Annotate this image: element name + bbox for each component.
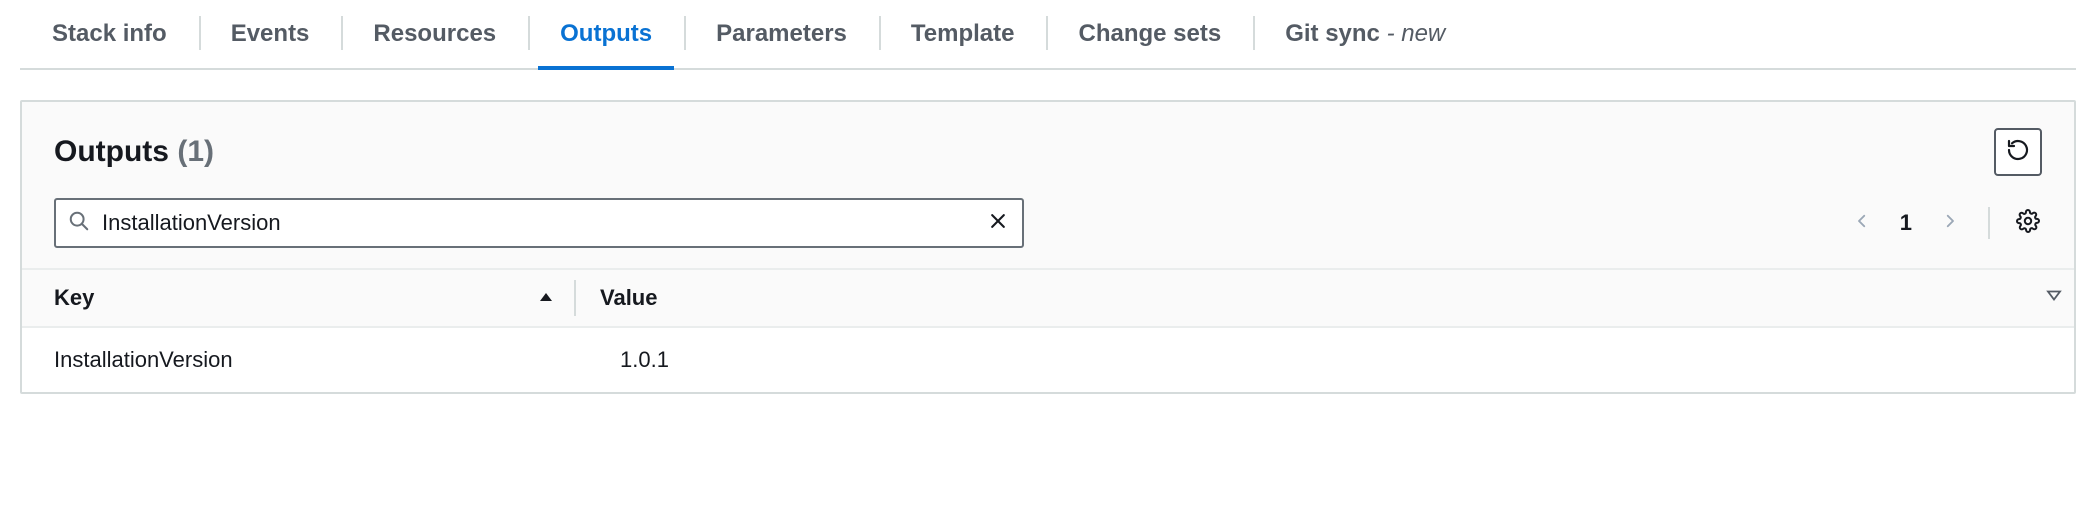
tab-label: Outputs [560, 20, 652, 47]
search-input-wrapper[interactable] [54, 198, 1024, 248]
close-icon [988, 211, 1008, 236]
tab-label: Stack info [52, 20, 167, 47]
column-header-key[interactable]: Key [54, 285, 574, 311]
panel-title-text: Outputs [54, 135, 169, 168]
prev-page-button[interactable] [1848, 209, 1876, 237]
tab-parameters[interactable]: Parameters [684, 6, 879, 68]
sort-asc-icon [538, 285, 554, 311]
pagination: 1 [1848, 207, 2042, 239]
tab-label: Template [911, 20, 1015, 47]
column-header-label: Key [54, 285, 94, 311]
panel-title: Outputs (1) [54, 135, 214, 169]
tab-resources[interactable]: Resources [341, 6, 528, 68]
refresh-button[interactable] [1994, 128, 2042, 176]
clear-search-button[interactable] [986, 211, 1010, 235]
tab-git-sync[interactable]: Git sync - new [1253, 6, 1477, 68]
tab-template[interactable]: Template [879, 6, 1047, 68]
tab-label: Git sync [1285, 20, 1380, 47]
cell-value: 1.0.1 [574, 347, 2042, 373]
chevron-right-icon [1941, 212, 1959, 235]
chevron-left-icon [1853, 212, 1871, 235]
refresh-icon [2006, 138, 2030, 167]
column-header-value[interactable]: Value [576, 285, 2042, 311]
divider [1988, 207, 1990, 239]
tab-change-sets[interactable]: Change sets [1046, 6, 1253, 68]
search-icon [68, 210, 90, 237]
tab-new-suffix: - new [1380, 20, 1445, 47]
panel-count: (1) [177, 135, 214, 168]
tab-label: Change sets [1078, 20, 1221, 47]
table-row: InstallationVersion 1.0.1 [22, 328, 2074, 392]
gear-icon [2016, 209, 2040, 238]
tabs-bar: Stack info Events Resources Outputs Para… [20, 6, 2076, 70]
triangle-down-icon [2046, 288, 2062, 308]
page-number: 1 [1894, 210, 1918, 236]
tab-outputs[interactable]: Outputs [528, 6, 684, 68]
tab-label: Parameters [716, 20, 847, 47]
table-header-row: Key Value [22, 268, 2074, 328]
outputs-panel: Outputs (1) [20, 100, 2076, 394]
tab-events[interactable]: Events [199, 6, 342, 68]
table-settings-button[interactable] [2014, 209, 2042, 237]
tab-label: Resources [373, 20, 496, 47]
cell-key: InstallationVersion [54, 347, 574, 373]
next-page-button[interactable] [1936, 209, 1964, 237]
column-header-label: Value [600, 285, 657, 311]
column-preferences-toggle[interactable] [2046, 288, 2062, 309]
tab-label: Events [231, 20, 310, 47]
panel-header: Outputs (1) [22, 102, 2074, 268]
tab-stack-info[interactable]: Stack info [20, 6, 199, 68]
search-input[interactable] [90, 210, 986, 236]
